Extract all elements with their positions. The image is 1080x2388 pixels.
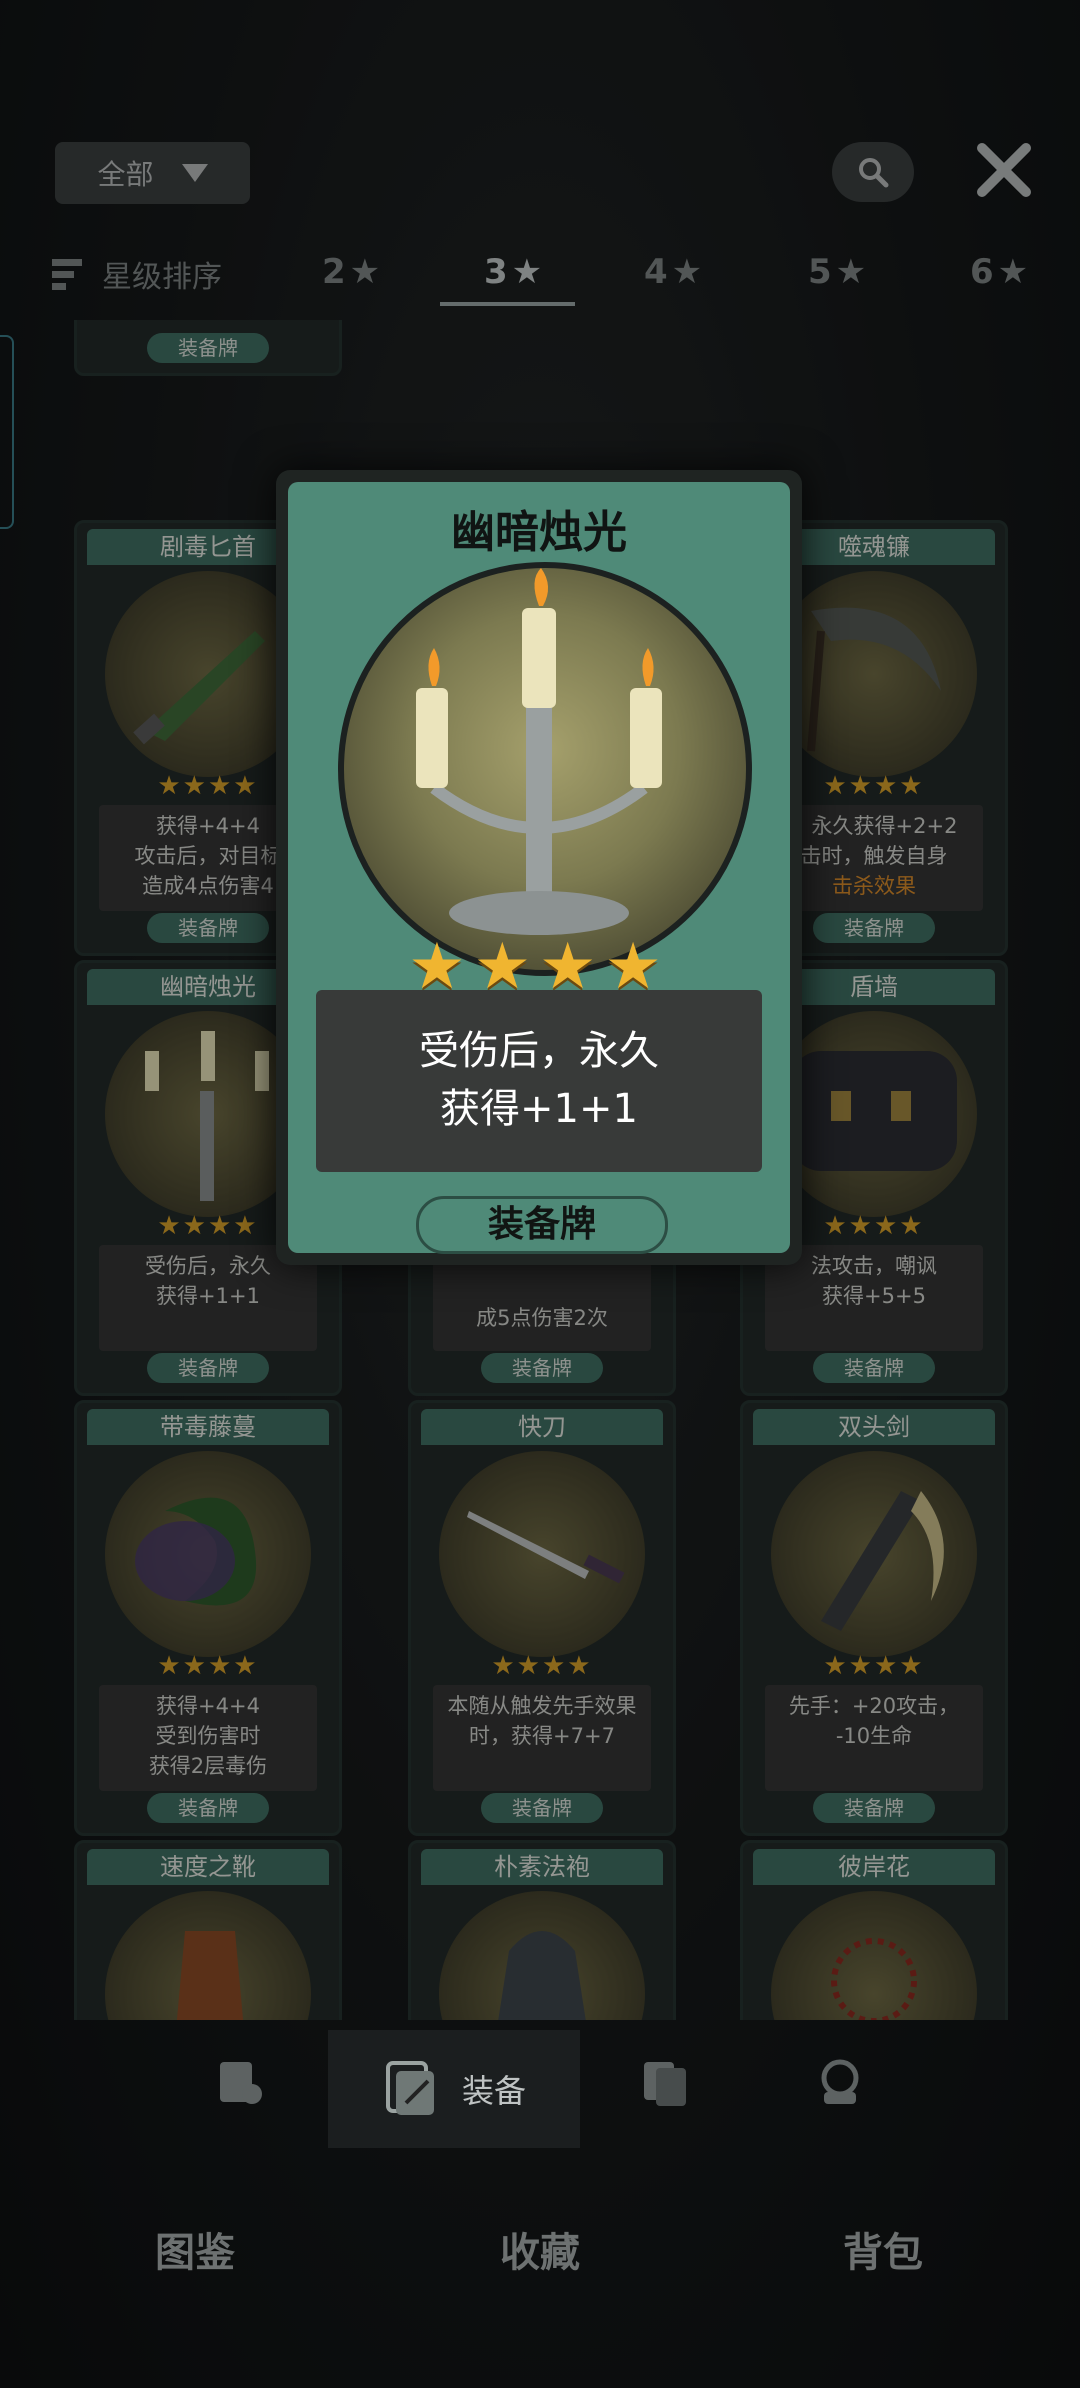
- tab-codex[interactable]: 图鉴: [155, 2220, 235, 2278]
- hero-category-icon[interactable]: [812, 2054, 868, 2110]
- candelabra-icon: [338, 562, 752, 976]
- bottom-nav: 图鉴 收藏 背包: [0, 2190, 1080, 2300]
- popup-desc-line: 受伤后，永久: [419, 1028, 659, 1074]
- popup-desc: 受伤后，永久 获得+1+1: [316, 990, 762, 1172]
- popup-title: 幽暗烛光: [451, 507, 627, 558]
- equipment-card-icon: [385, 2061, 434, 2115]
- card-category-icon[interactable]: [212, 2054, 268, 2110]
- equipment-category-button[interactable]: 装备: [328, 2030, 580, 2148]
- equipment-label: 装备: [461, 2072, 526, 2110]
- popup-desc-line: 获得+1+1: [440, 1086, 638, 1132]
- card-detail-popup[interactable]: 幽暗烛光 ★★★★ 受伤后，永久 获得+1+1 装备牌: [276, 470, 802, 1265]
- popup-tag: 装备牌: [416, 1196, 668, 1254]
- tab-backpack[interactable]: 背包: [843, 2220, 923, 2278]
- category-bar: 装备: [0, 2030, 1080, 2150]
- tab-collection[interactable]: 收藏: [500, 2220, 580, 2278]
- spell-category-icon[interactable]: [638, 2054, 694, 2110]
